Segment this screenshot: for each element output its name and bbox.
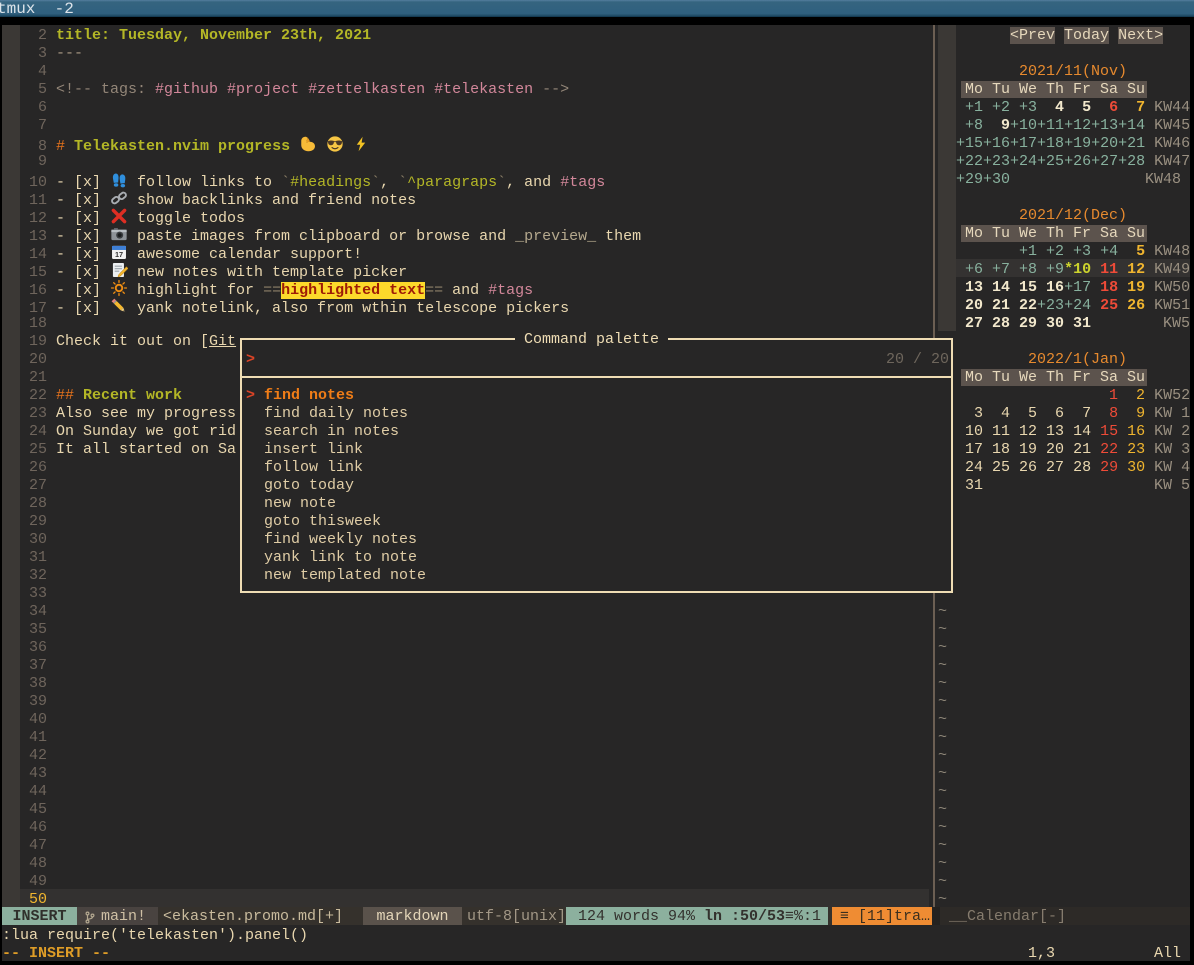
- svg-text:17: 17: [115, 250, 123, 259]
